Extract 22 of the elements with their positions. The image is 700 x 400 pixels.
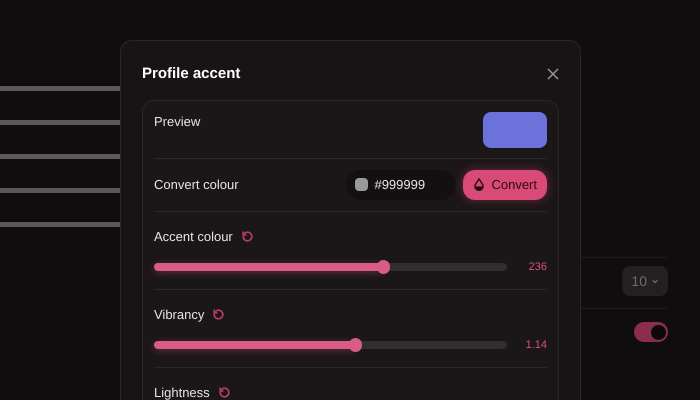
reset-icon[interactable] <box>218 386 231 399</box>
slider-track[interactable] <box>154 341 507 350</box>
slider-thumb[interactable] <box>377 260 390 274</box>
reset-icon[interactable] <box>240 230 254 243</box>
droplet-icon <box>473 178 486 191</box>
slider-thumb[interactable] <box>349 338 362 352</box>
reset-icon[interactable] <box>212 308 226 321</box>
toggle-switch[interactable] <box>634 322 668 342</box>
dialog-title: Profile accent <box>142 64 240 84</box>
row-label: Convert colour <box>154 176 239 194</box>
slider-label: Accent colour <box>154 228 233 246</box>
slider-track[interactable] <box>154 263 507 272</box>
slider-value: 1.14 <box>524 338 547 353</box>
row-label: Preview <box>154 112 200 130</box>
slider-label: Lightness <box>154 384 210 400</box>
slider-label: Vibrancy <box>154 306 204 324</box>
convert-button[interactable]: Convert <box>463 170 547 200</box>
chevron-down-icon <box>651 277 659 285</box>
colour-input-field[interactable]: #999999 <box>346 170 456 200</box>
slider-value: 236 <box>528 260 547 275</box>
number-select[interactable]: 10 <box>622 266 668 296</box>
close-icon[interactable] <box>547 68 559 80</box>
